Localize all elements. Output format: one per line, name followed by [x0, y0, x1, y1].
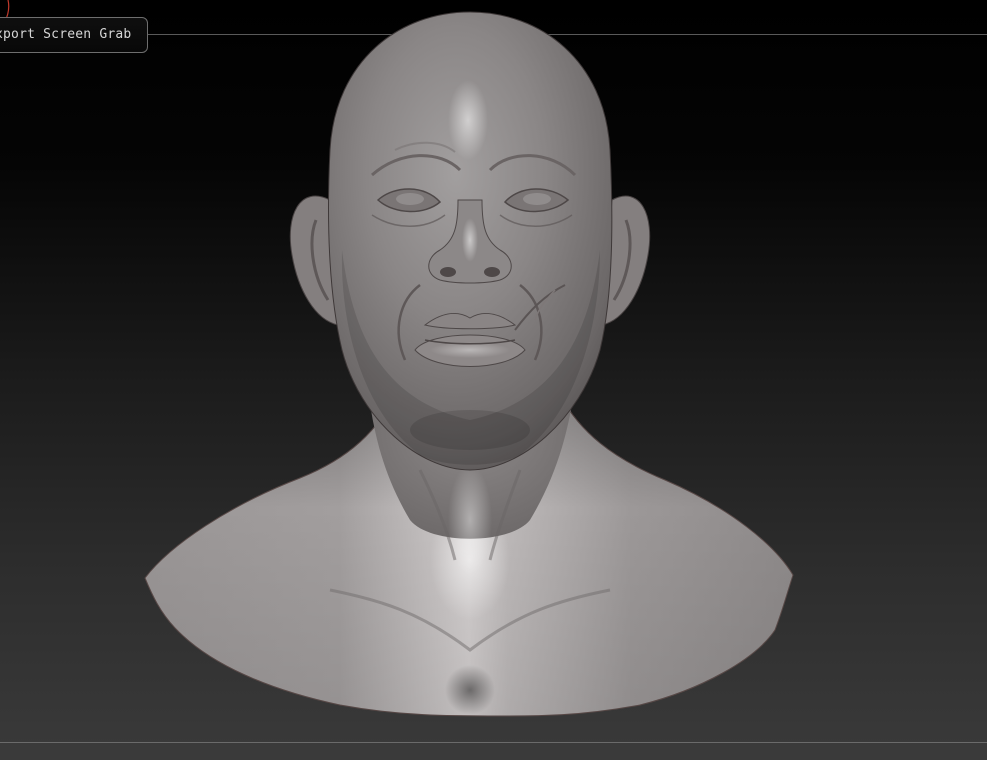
- sculpt-model-bust[interactable]: [0, 0, 987, 760]
- export-screen-grab-button[interactable]: xport Screen Grab: [0, 17, 148, 53]
- export-screen-grab-label: xport Screen Grab: [0, 27, 132, 42]
- bottom-status-strip: [0, 743, 987, 760]
- canvas-viewport[interactable]: xport Screen Grab: [0, 0, 987, 760]
